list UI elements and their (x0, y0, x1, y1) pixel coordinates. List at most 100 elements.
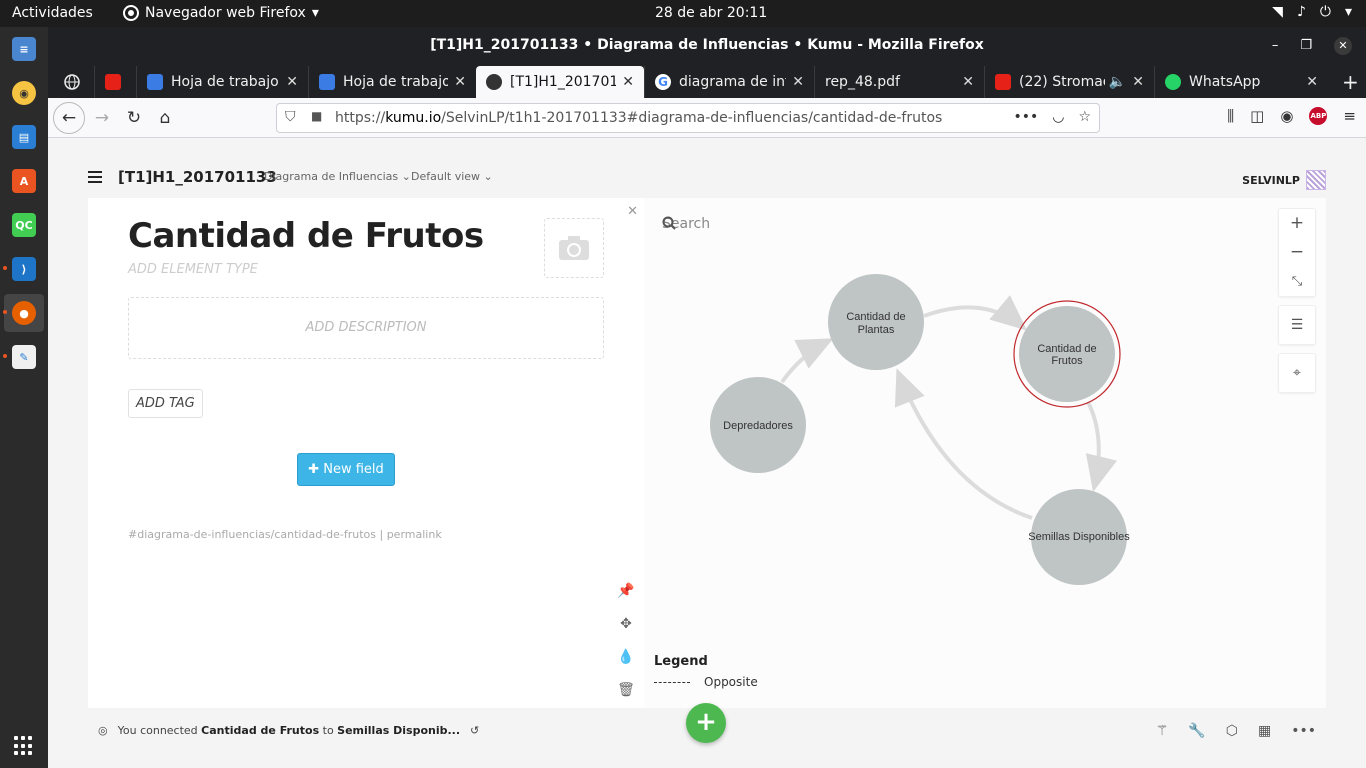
support-icon[interactable]: ◎ (98, 724, 108, 737)
lock-icon[interactable]: ■ (311, 109, 322, 123)
undo-icon[interactable]: ↺ (470, 724, 479, 737)
close-icon[interactable]: ✕ (286, 74, 298, 90)
new-tab-button[interactable]: + (1332, 66, 1366, 98)
volume-icon: ♪ (1296, 4, 1306, 20)
add-tag-button[interactable]: ADD TAG (128, 389, 203, 418)
sidebar-icon[interactable]: ◫ (1250, 107, 1264, 125)
focus-button[interactable]: ⌖ (1279, 354, 1315, 392)
new-field-button[interactable]: ✚ New field (297, 453, 395, 486)
wrench-icon[interactable]: 🔧 (1188, 723, 1205, 739)
project-title[interactable]: [T1]H1_201701133 (118, 168, 277, 186)
map-canvas[interactable]: Cantidad de Plantas Cantidad de Frutos D… (644, 198, 1326, 708)
ubuntu-top-bar: Actividades Navegador web Firefox ▾ 28 d… (0, 0, 1366, 27)
zoom-out-button[interactable]: − (1279, 238, 1315, 267)
reload-button[interactable]: ↻ (120, 104, 148, 132)
rhythmbox-icon[interactable]: ◉ (12, 81, 36, 105)
node-cantidad-de-frutos[interactable]: Cantidad de Frutos (1013, 300, 1121, 408)
app-menu[interactable]: Navegador web Firefox ▾ (123, 5, 319, 21)
account-icon[interactable]: ◉ (1280, 107, 1293, 125)
pocket-icon[interactable]: ◡ (1052, 109, 1064, 125)
close-icon[interactable]: ✕ (962, 74, 974, 90)
magic-wand-icon[interactable]: ⚚ (1156, 723, 1169, 739)
close-icon[interactable]: ✕ (1132, 74, 1144, 90)
connection-plantas-frutos[interactable] (923, 295, 1028, 331)
element-type-field[interactable]: ADD ELEMENT TYPE (128, 262, 258, 277)
permalink-path[interactable]: #diagrama-de-influencias/cantidad-de-fru… (128, 528, 376, 541)
table-icon[interactable]: ▦ (1258, 723, 1271, 739)
pin-icon[interactable]: 📌 (617, 582, 634, 599)
tab-google[interactable]: G diagrama de influencias ✕ (644, 66, 814, 98)
tab-whatsapp[interactable]: WhatsApp ✕ (1154, 66, 1328, 98)
close-icon[interactable]: ✕ (792, 74, 804, 90)
map-search[interactable]: Search (662, 216, 710, 232)
tab-youtube-pinned[interactable] (94, 66, 136, 98)
add-element-button[interactable]: + (686, 703, 726, 743)
library-icon[interactable]: ⫼ (1227, 107, 1234, 125)
node-depredadores[interactable]: Depredadores (710, 377, 806, 473)
view-selector[interactable]: Default view ⌄ (411, 170, 493, 183)
close-icon[interactable]: ✕ (454, 74, 466, 90)
system-tray[interactable]: ◥ ♪ ⏻ ▾ (1272, 4, 1352, 20)
focus-icon[interactable]: ✥ (618, 615, 634, 632)
home-button[interactable]: ⌂ (151, 104, 179, 132)
firefox-icon[interactable]: ● (12, 301, 36, 325)
maximize-icon[interactable]: ❐ (1300, 27, 1312, 64)
text-editor-icon[interactable]: ≡ (12, 37, 36, 61)
forward-button[interactable]: → (88, 104, 116, 132)
youtube-icon (995, 74, 1011, 90)
activities-button[interactable]: Actividades (12, 5, 93, 21)
connection-semillas-plantas[interactable] (894, 368, 1033, 520)
bookmark-star-icon[interactable]: ☆ (1078, 109, 1091, 125)
tab-container-icon[interactable] (54, 66, 94, 98)
tab-youtube[interactable]: (22) Stromae - 🔈 ✕ (984, 66, 1154, 98)
adblock-icon[interactable]: ABP (1309, 107, 1328, 125)
running-indicator (3, 354, 7, 358)
description-field[interactable]: ADD DESCRIPTION (128, 297, 604, 359)
crosshair-icon: ⌖ (1293, 365, 1301, 381)
google-icon: G (655, 74, 671, 90)
more-icon[interactable]: ••• (1291, 723, 1316, 739)
show-apps-icon[interactable] (14, 736, 34, 756)
url-text[interactable]: https://kumu.io/SelvinLP/t1h1-201701133#… (335, 110, 942, 126)
gedit-icon[interactable]: ✎ (12, 345, 36, 369)
back-button[interactable]: ← (53, 102, 85, 134)
qt-creator-icon[interactable]: QC (12, 213, 36, 237)
tab-hoja-2[interactable]: Hoja de trabajo N ✕ (308, 66, 476, 98)
hamburger-menu-icon[interactable]: ≡ (1343, 107, 1356, 125)
url-bar[interactable]: ⛉ ■ https://kumu.io/SelvinLP/t1h1-201701… (276, 103, 1100, 133)
close-icon[interactable]: ✕ (627, 204, 638, 219)
add-image-button[interactable] (544, 218, 604, 278)
clock[interactable]: 28 de abr 20:11 (655, 5, 767, 21)
close-icon[interactable]: ✕ (1334, 37, 1352, 55)
hamburger-menu-icon[interactable] (88, 171, 102, 186)
vscode-icon[interactable]: ⟩ (12, 257, 36, 281)
legend-item: Opposite (654, 675, 758, 689)
map-selector[interactable]: Diagrama de Influencias ⌄ (264, 170, 411, 183)
permalink-link[interactable]: permalink (387, 528, 442, 541)
tab-pdf[interactable]: rep_48.pdf ✕ (814, 66, 984, 98)
node-label: Semillas Disponibles (1028, 531, 1130, 543)
zoom-in-button[interactable]: + (1279, 209, 1315, 238)
speaker-icon[interactable]: 🔈 (1109, 74, 1126, 90)
shield-icon[interactable]: ⛉ (285, 109, 296, 125)
color-drop-icon[interactable]: 💧 (617, 648, 634, 665)
settings-button[interactable]: ☰ (1279, 306, 1315, 344)
more-actions-icon[interactable]: ••• (1013, 109, 1038, 125)
writer-icon[interactable]: ▤ (12, 125, 36, 149)
close-icon[interactable]: ✕ (622, 74, 634, 90)
node-label: Frutos (1051, 355, 1083, 367)
software-center-icon[interactable]: A (12, 169, 36, 193)
user-menu[interactable]: SELVINLP (1242, 170, 1326, 190)
close-icon[interactable]: ✕ (1306, 74, 1318, 90)
connection-frutos-semillas[interactable] (1085, 401, 1118, 492)
tab-hoja-1[interactable]: Hoja de trabajo N ✕ (136, 66, 308, 98)
node-cantidad-de-plantas[interactable]: Cantidad de Plantas (828, 274, 924, 370)
node-semillas-disponibles[interactable]: Semillas Disponibles (1028, 489, 1130, 585)
cube-icon[interactable]: ⬡ (1226, 723, 1238, 739)
minimize-icon[interactable]: – (1272, 27, 1279, 64)
element-title[interactable]: Cantidad de Frutos (128, 216, 484, 256)
connection-depredadores-plantas[interactable] (780, 338, 834, 384)
fit-button[interactable]: ⤡ (1279, 267, 1315, 296)
tab-kumu[interactable]: [T1]H1_201701133 ✕ (476, 66, 644, 98)
trash-icon[interactable]: 🗑 (617, 681, 635, 698)
